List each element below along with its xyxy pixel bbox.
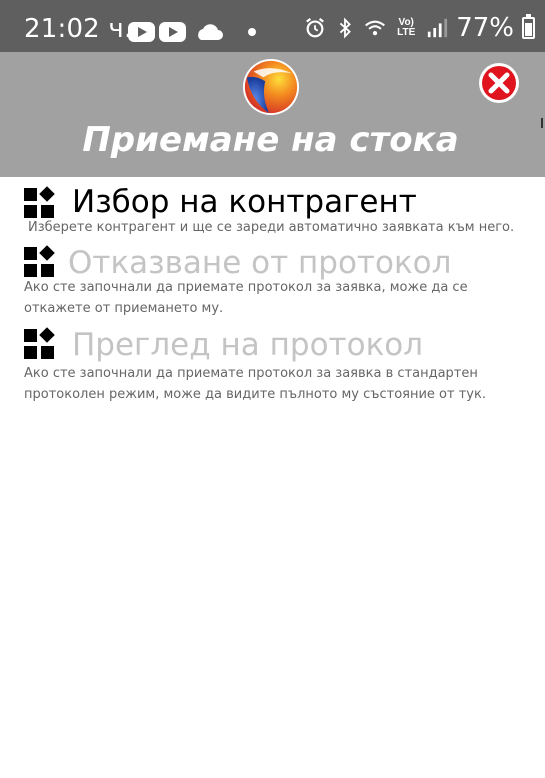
status-bar: 21:02 ч. Vo) LTE 77% <box>0 0 545 52</box>
volte-label-bottom: LTE <box>397 27 416 38</box>
status-left-icons <box>128 22 256 42</box>
page-title: Приемане на стока <box>82 120 459 160</box>
wifi-icon <box>365 20 386 36</box>
menu-item-view-protocol[interactable]: Преглед на протокол Ако сте започнали да… <box>20 327 530 409</box>
battery-icon <box>522 14 535 39</box>
menu-item-title: Избор на контрагент <box>72 184 417 220</box>
widgets-icon <box>24 327 55 359</box>
menu-item-description: Изберете контрагент и ще се зареди автом… <box>28 220 515 235</box>
youtube-icon <box>128 22 155 42</box>
company-logo <box>242 58 300 116</box>
menu-item-description: Ако сте започнали да приемате протокол з… <box>24 280 468 316</box>
widgets-icon <box>24 245 55 277</box>
cloud-icon <box>198 24 223 40</box>
bluetooth-icon <box>340 17 352 39</box>
status-time: 21:02 ч. <box>24 14 133 44</box>
edge-marker <box>541 118 543 128</box>
widgets-icon <box>24 186 55 218</box>
alarm-icon <box>306 17 325 38</box>
menu-item-select-contractor[interactable]: Избор на контрагент Изберете контрагент … <box>20 182 530 242</box>
close-icon[interactable] <box>478 62 520 104</box>
battery-percentage: 77% <box>456 13 514 43</box>
youtube-icon <box>159 22 186 42</box>
status-right-icons: Vo) LTE 77% <box>304 13 535 43</box>
signal-icon <box>428 18 448 38</box>
menu-item-title: Преглед на протокол <box>72 327 424 363</box>
notification-dot-icon <box>248 28 256 36</box>
menu-item-cancel-protocol[interactable]: Отказване от протокол Ако сте започнали … <box>20 245 530 325</box>
menu-item-title: Отказване от протокол <box>68 245 452 281</box>
volte-icon: Vo) LTE <box>394 18 418 38</box>
menu-item-description: Ако сте започнали да приемате протокол з… <box>24 366 486 402</box>
app-header: Приемане на стока <box>0 52 545 177</box>
